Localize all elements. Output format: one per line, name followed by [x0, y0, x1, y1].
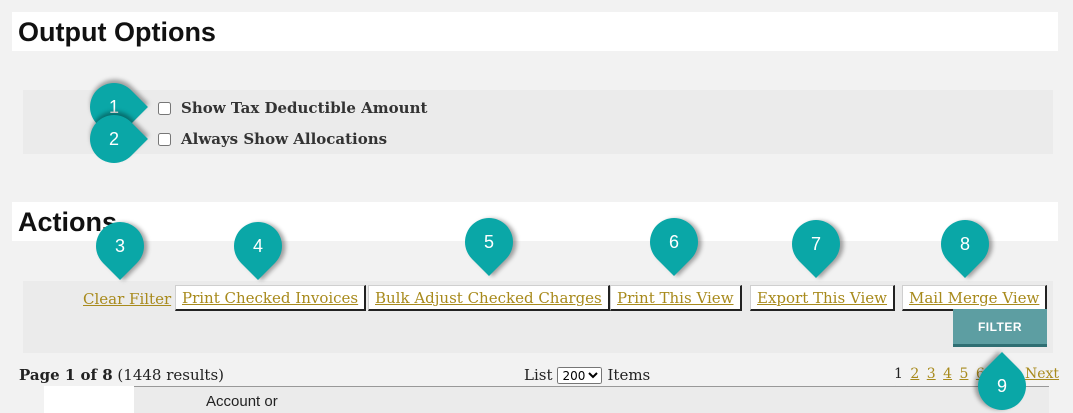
page-link-5[interactable]: 5 — [960, 366, 969, 382]
output-options-title: Output Options — [18, 17, 216, 47]
always-show-allocations-checkbox[interactable] — [158, 132, 171, 146]
show-tax-deductible-label: Show Tax Deductible Amount — [181, 99, 428, 117]
callout-number: 4 — [252, 236, 263, 256]
bulk-adjust-checked-charges-button[interactable]: Bulk Adjust Checked Charges — [368, 285, 610, 311]
callout-number: 5 — [483, 232, 494, 252]
page-link-2[interactable]: 2 — [910, 366, 919, 382]
export-this-view-button[interactable]: Export This View — [750, 285, 896, 311]
page-link-3[interactable]: 3 — [927, 366, 936, 382]
callout-marker-5: 5 — [455, 208, 523, 276]
callout-number: 9 — [996, 376, 1007, 396]
print-checked-invoices-button[interactable]: Print Checked Invoices — [175, 285, 367, 311]
callout-number: 7 — [810, 234, 821, 254]
current-page: 1 — [894, 366, 903, 382]
callout-marker-9: 9 — [968, 352, 1036, 413]
table-header-cell — [44, 386, 134, 413]
output-options-header: Output Options — [12, 12, 1058, 51]
results-table-header — [44, 386, 1049, 413]
callout-marker-8: 8 — [931, 210, 999, 278]
callout-marker-7: 7 — [782, 210, 850, 278]
callout-marker-3: 3 — [86, 212, 154, 280]
callout-marker-4: 4 — [224, 212, 292, 280]
callout-number: 3 — [114, 236, 125, 256]
list-prefix: List — [524, 366, 553, 384]
callout-number: 6 — [668, 232, 679, 252]
account-column-header: Account or — [206, 393, 278, 410]
always-show-allocations-label: Always Show Allocations — [181, 130, 388, 148]
mail-merge-view-button[interactable]: Mail Merge View — [902, 285, 1048, 311]
show-tax-deductible-checkbox[interactable] — [158, 101, 171, 115]
items-per-page-control: List 200 Items — [524, 366, 650, 384]
callout-marker-2: 2 — [80, 105, 148, 173]
callout-number: 2 — [108, 129, 119, 149]
filter-button[interactable]: FILTER — [953, 309, 1047, 347]
callout-marker-6: 6 — [640, 208, 708, 276]
callout-number: 8 — [959, 234, 970, 254]
results-count: (1448 results) — [117, 366, 224, 384]
page-label: Page 1 of 8 — [19, 366, 113, 384]
items-per-page-select[interactable]: 200 — [557, 366, 603, 384]
results-summary: Page 1 of 8 (1448 results) — [19, 366, 224, 384]
always-show-allocations-option[interactable]: Always Show Allocations — [158, 130, 387, 148]
actions-header: Actions — [12, 202, 1058, 241]
clear-filter-link[interactable]: Clear Filter — [83, 290, 171, 308]
show-tax-deductible-option[interactable]: Show Tax Deductible Amount — [158, 99, 427, 117]
list-suffix: Items — [607, 366, 651, 384]
page-link-4[interactable]: 4 — [943, 366, 952, 382]
print-this-view-button[interactable]: Print This View — [610, 285, 742, 311]
